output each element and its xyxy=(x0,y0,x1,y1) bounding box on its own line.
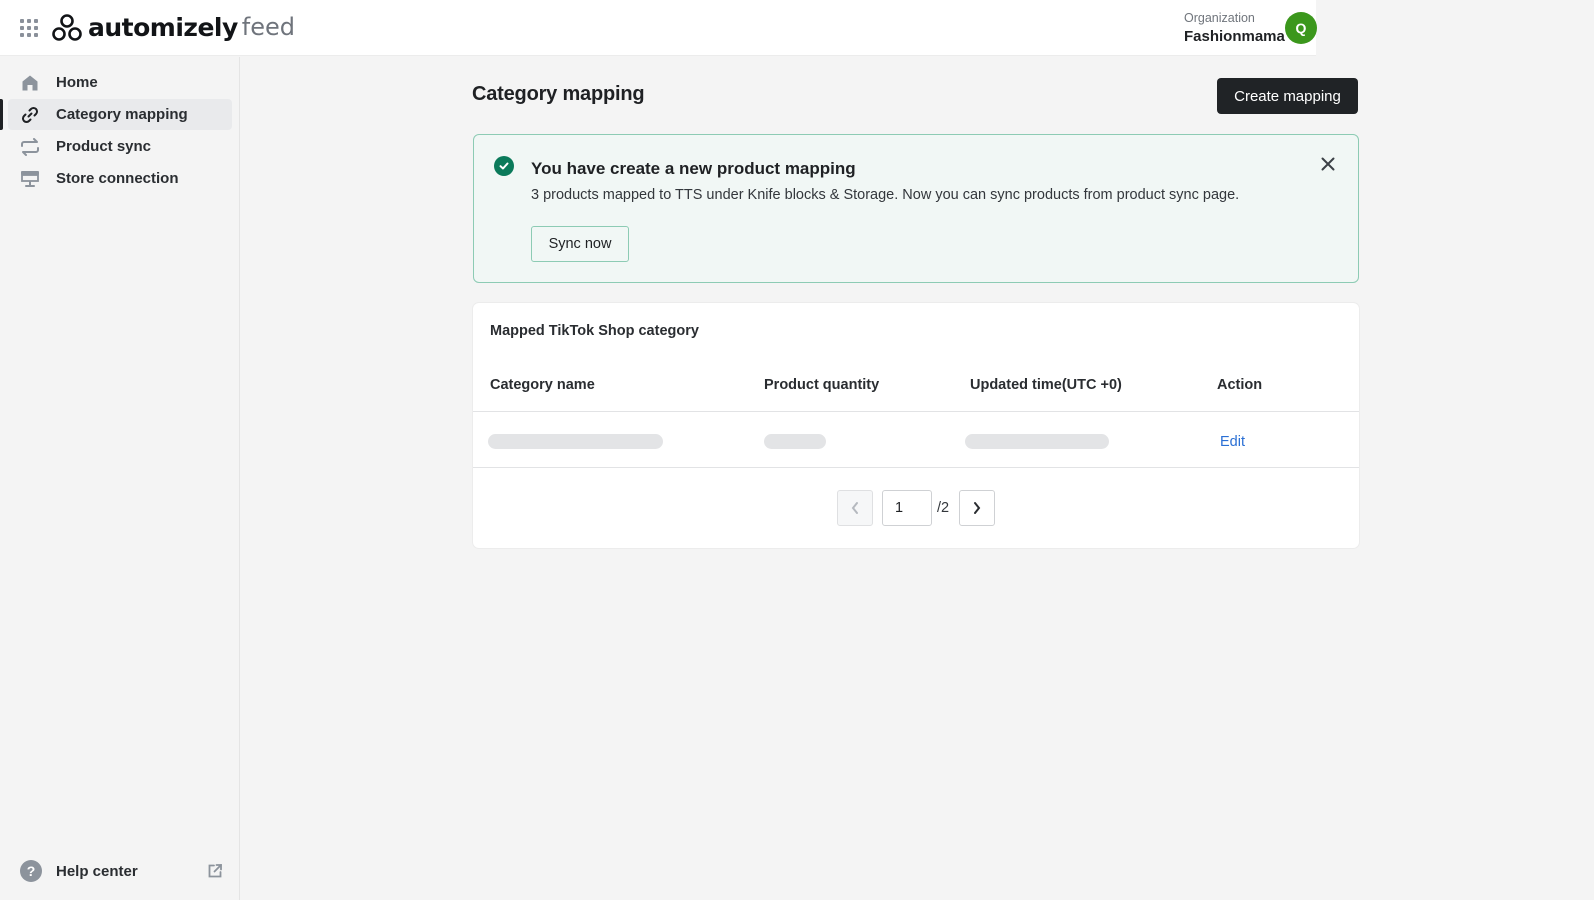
column-header-action: Action xyxy=(1217,377,1263,393)
page-total: /2 xyxy=(937,500,950,516)
create-mapping-button[interactable]: Create mapping xyxy=(1217,78,1358,114)
header-divider xyxy=(473,411,1359,412)
organization-name: Fashionmama xyxy=(1184,28,1285,45)
organization-label: Organization xyxy=(1184,11,1255,25)
avatar[interactable]: Q xyxy=(1285,12,1317,44)
edit-link[interactable]: Edit xyxy=(1220,434,1245,450)
sidebar-item-label: Store connection xyxy=(56,170,179,187)
row-divider xyxy=(473,467,1359,468)
column-header-category-name: Category name xyxy=(490,377,595,393)
sidebar-item-product-sync[interactable]: Product sync xyxy=(8,131,232,162)
chevron-left-icon xyxy=(851,502,858,514)
chevron-right-icon xyxy=(974,502,981,514)
logo-mark-icon xyxy=(52,14,82,41)
organization-switcher[interactable]: Organization Fashionmama xyxy=(1184,11,1285,45)
check-circle-icon xyxy=(494,156,514,176)
sidebar: Home Category mapping Product sync Store… xyxy=(0,57,240,900)
help-center-link[interactable]: ? Help center xyxy=(8,856,232,886)
sidebar-item-home[interactable]: Home xyxy=(8,67,232,98)
link-icon xyxy=(20,105,40,125)
sync-icon xyxy=(20,137,40,157)
banner-title: You have create a new product mapping xyxy=(531,159,856,178)
sidebar-item-store-connection[interactable]: Store connection xyxy=(8,163,232,194)
help-icon: ? xyxy=(20,860,42,882)
sidebar-item-category-mapping[interactable]: Category mapping xyxy=(0,99,232,130)
help-center-label: Help center xyxy=(56,862,138,880)
banner-message: 3 products mapped to TTS under Knife blo… xyxy=(531,187,1240,203)
sync-now-button[interactable]: Sync now xyxy=(531,226,629,262)
product-name: feed xyxy=(241,13,296,41)
store-icon xyxy=(20,169,40,189)
column-header-product-quantity: Product quantity xyxy=(764,377,880,393)
logo[interactable]: automizely feed xyxy=(52,12,295,42)
page-title: Category mapping xyxy=(472,83,645,105)
active-indicator xyxy=(0,99,3,130)
skeleton-category-name xyxy=(488,434,663,449)
app-grid-icon[interactable] xyxy=(20,19,38,37)
previous-page-button[interactable] xyxy=(837,490,873,526)
card-title: Mapped TikTok Shop category xyxy=(490,323,699,339)
sidebar-item-label: Category mapping xyxy=(56,106,188,123)
external-link-icon xyxy=(208,864,222,878)
skeleton-product-quantity xyxy=(764,434,826,449)
close-icon[interactable] xyxy=(1318,154,1338,174)
success-banner: You have create a new product mapping 3 … xyxy=(473,134,1359,283)
skeleton-updated-time xyxy=(965,434,1109,449)
top-bar: automizely feed Organization Fashionmama… xyxy=(0,0,1317,56)
page-number-input[interactable] xyxy=(882,490,932,526)
next-page-button[interactable] xyxy=(959,490,995,526)
mapped-category-card: Mapped TikTok Shop category Category nam… xyxy=(473,303,1359,548)
sidebar-item-label: Product sync xyxy=(56,138,152,155)
brand-name: automizely xyxy=(88,12,238,42)
sidebar-item-label: Home xyxy=(56,74,98,91)
column-header-updated-time: Updated time(UTC +0) xyxy=(970,377,1122,393)
home-icon xyxy=(20,73,40,93)
